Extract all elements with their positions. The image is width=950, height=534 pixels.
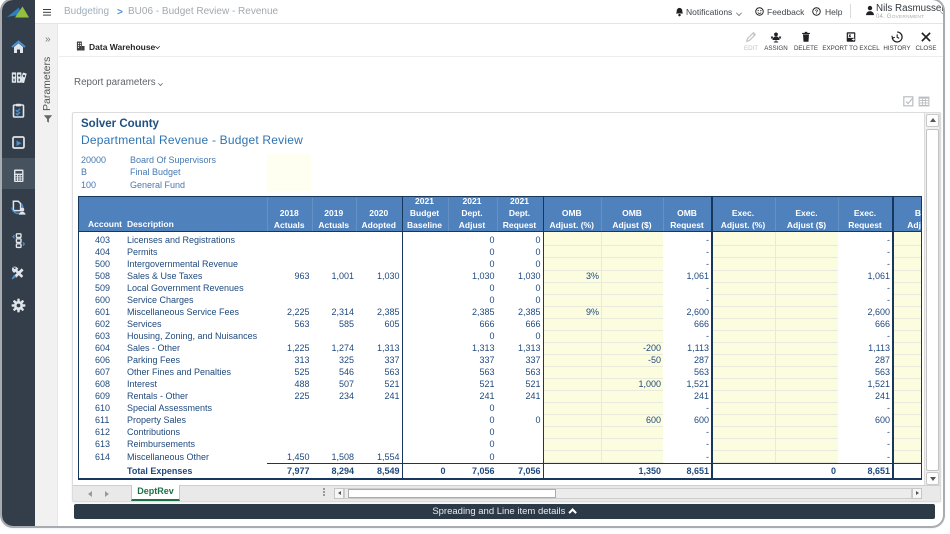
svg-text:?: ? <box>815 9 819 15</box>
